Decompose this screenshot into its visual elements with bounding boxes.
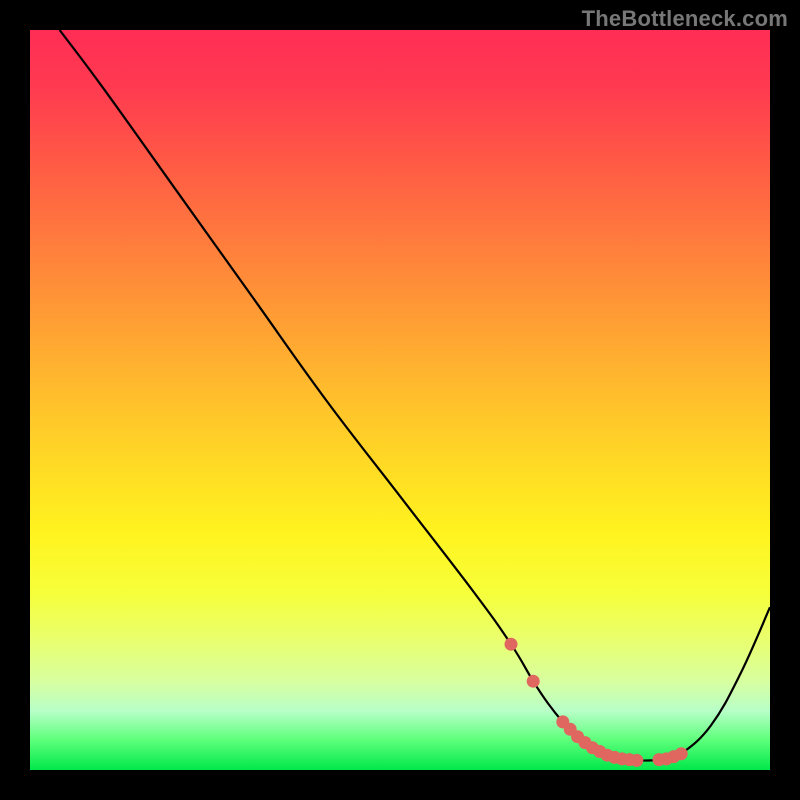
marker-point (527, 675, 540, 688)
watermark-text: TheBottleneck.com (582, 6, 788, 32)
bottleneck-curve (60, 30, 770, 761)
chart-svg (30, 30, 770, 770)
chart-root: TheBottleneck.com (0, 0, 800, 800)
marker-point (505, 638, 518, 651)
plot-area (30, 30, 770, 770)
marker-point (630, 754, 643, 767)
marker-point (675, 747, 688, 760)
